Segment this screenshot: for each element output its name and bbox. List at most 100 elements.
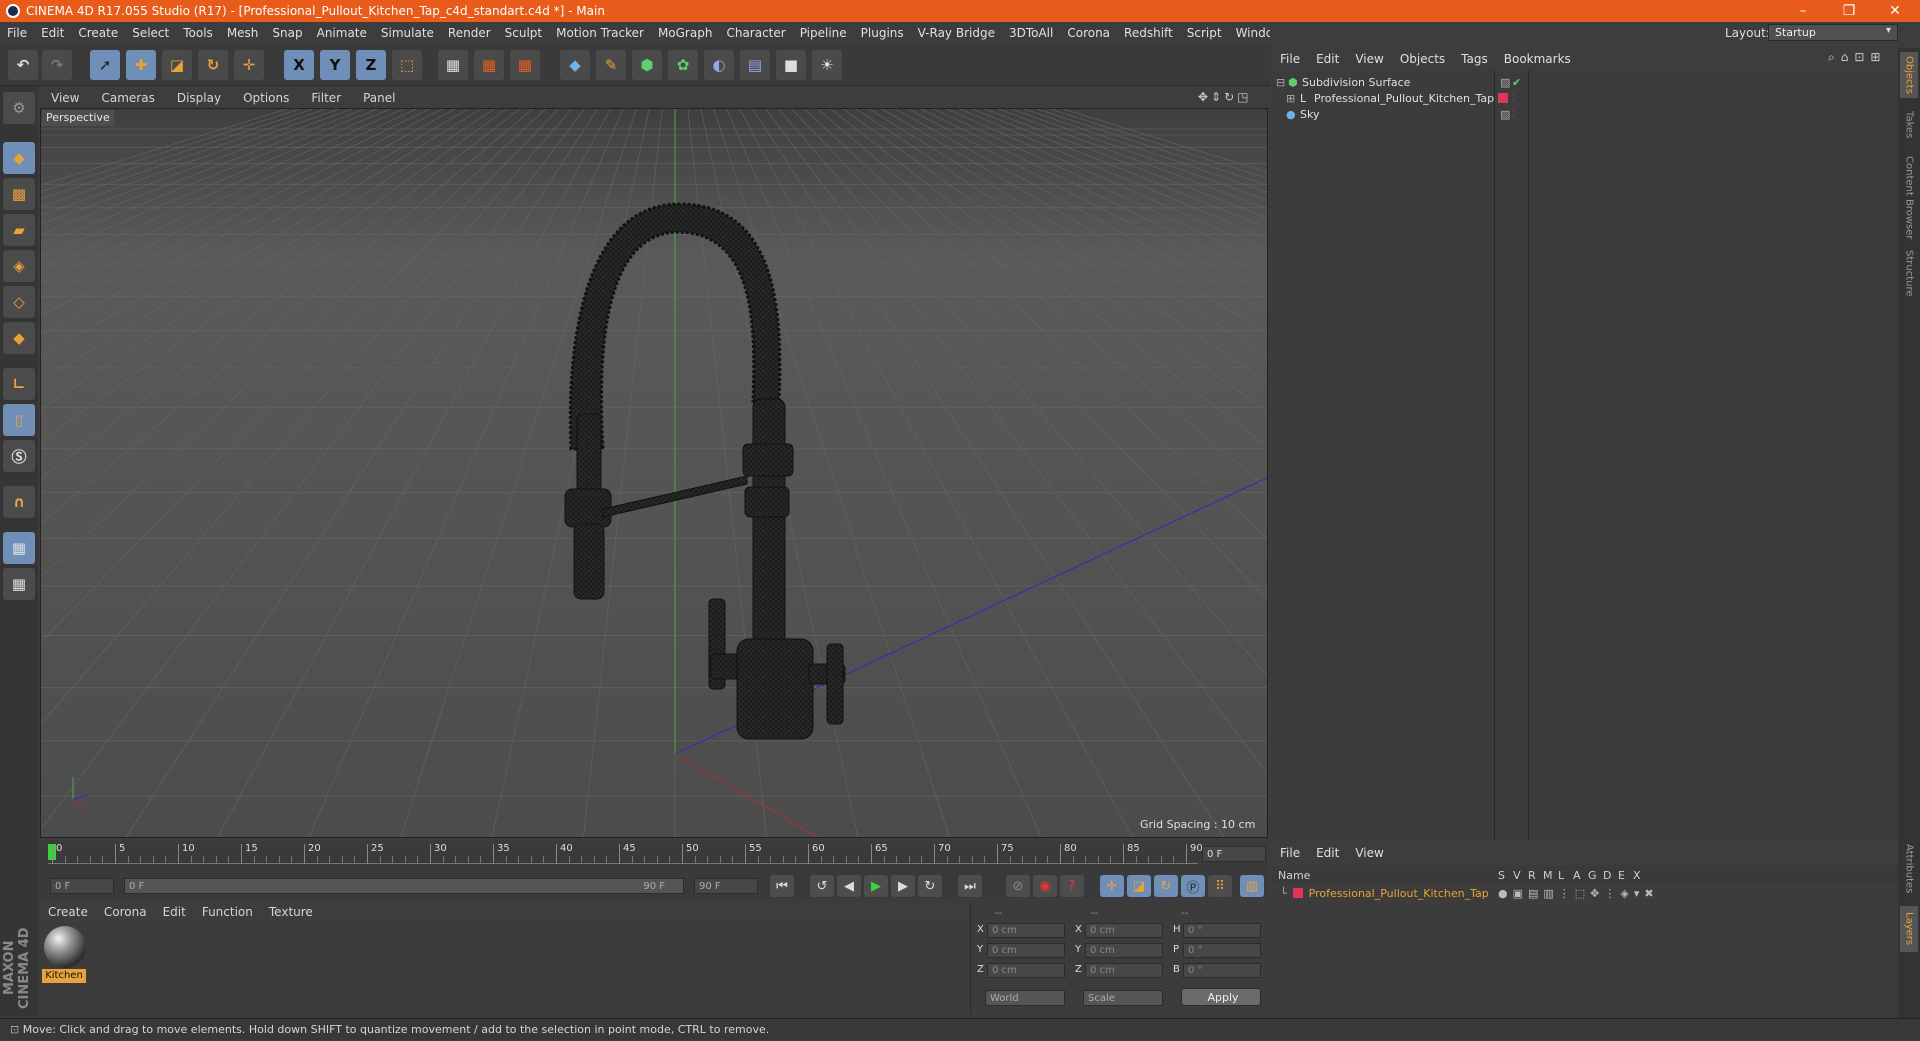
coordinate-mode-select[interactable]: World (985, 990, 1065, 1006)
object-menu-bookmarks[interactable]: Bookmarks (1496, 52, 1579, 66)
point-level-key-button[interactable]: ⠿ (1208, 875, 1232, 897)
close-button[interactable]: ✕ (1872, 0, 1918, 22)
menu-character[interactable]: Character (719, 26, 792, 40)
menu-tools[interactable]: Tools (176, 26, 220, 40)
material-menu-edit[interactable]: Edit (155, 905, 194, 919)
menu-select[interactable]: Select (125, 26, 176, 40)
parameter-key-button[interactable]: Ⓟ (1181, 875, 1205, 897)
floor-button[interactable]: ▤ (740, 50, 770, 80)
menu-animate[interactable]: Animate (310, 26, 374, 40)
object-menu-edit[interactable]: Edit (1308, 52, 1347, 66)
menu-mograph[interactable]: MoGraph (651, 26, 720, 40)
cloner-button[interactable]: ✿ (668, 50, 698, 80)
expand-icon[interactable]: ⊞ (1286, 92, 1300, 105)
play-button[interactable]: ▶ (864, 875, 888, 897)
menu-sculpt[interactable]: Sculpt (498, 26, 549, 40)
material-menu-create[interactable]: Create (40, 905, 96, 919)
layer-color-swatch[interactable] (1292, 888, 1303, 898)
perspective-viewport[interactable] (40, 108, 1268, 838)
side-tab-content-browser[interactable]: Content Browser (1900, 152, 1918, 244)
menu-mesh[interactable]: Mesh (220, 26, 266, 40)
menu-edit[interactable]: Edit (34, 26, 71, 40)
layer-column-g[interactable]: G (1588, 869, 1597, 882)
size-y-field[interactable]: 0 cm (1085, 943, 1163, 958)
z-axis-button[interactable]: Z (356, 50, 386, 80)
viewport-menu-display[interactable]: Display (166, 91, 232, 105)
polygons-mode-button[interactable]: ◆ (3, 322, 35, 354)
collapse-icon[interactable]: ⊟ (1276, 76, 1288, 89)
side-tab-structure[interactable]: Structure (1900, 250, 1918, 297)
rotation-h-field[interactable]: 0 ° (1183, 923, 1261, 938)
position-key-button[interactable]: ✛ (1100, 875, 1124, 897)
light-button[interactable]: ☀ (812, 50, 842, 80)
deformer-button[interactable]: ◐ (704, 50, 734, 80)
go-to-end-button[interactable]: ⏭ (958, 875, 982, 897)
viewport-menu-filter[interactable]: Filter (300, 91, 352, 105)
position-z-field[interactable]: 0 cm (987, 963, 1065, 978)
material-menu-corona[interactable]: Corona (96, 905, 155, 919)
timeline-layout-button[interactable]: ▥ (1240, 875, 1264, 897)
rotate-button[interactable]: ↻ (198, 50, 228, 80)
menu-file[interactable]: File (0, 26, 34, 40)
menu-create[interactable]: Create (71, 26, 125, 40)
menu-redshift[interactable]: Redshift (1117, 26, 1180, 40)
render-settings-button[interactable]: ▦ (510, 50, 540, 80)
layer-column-name[interactable]: Name (1278, 869, 1310, 882)
menu-plugins[interactable]: Plugins (854, 26, 911, 40)
next-frame-button[interactable]: ▶ (891, 875, 915, 897)
minimize-button[interactable]: – (1780, 0, 1826, 22)
layer-menu-file[interactable]: File (1272, 846, 1308, 860)
menu-script[interactable]: Script (1180, 26, 1229, 40)
size-mode-select[interactable]: Scale (1083, 990, 1163, 1006)
layer-menu-view[interactable]: View (1347, 846, 1391, 860)
layer-column-e[interactable]: E (1618, 869, 1625, 882)
end-frame-field[interactable]: 90 F (694, 878, 758, 894)
layer-column-r[interactable]: R (1528, 869, 1536, 882)
subdivision-surface-button[interactable]: ⬢ (632, 50, 662, 80)
material-preview-sphere[interactable] (44, 926, 86, 968)
menu-corona[interactable]: Corona (1060, 26, 1117, 40)
object-menu-file[interactable]: File (1272, 52, 1308, 66)
texture-mode-button[interactable]: ▩ (3, 178, 35, 210)
layer-flag-icons[interactable]: ●▣▤▥⋮⬚✥⋮◈▾✖ (1498, 887, 1659, 900)
position-y-field[interactable]: 0 cm (987, 943, 1065, 958)
edges-mode-button[interactable]: ◇ (3, 286, 35, 318)
render-view-button[interactable]: ▦ (438, 50, 468, 80)
axis-mode-button[interactable]: ∟ (3, 368, 35, 400)
layer-column-a[interactable]: A (1573, 869, 1581, 882)
scale-button[interactable]: ◪ (162, 50, 192, 80)
enabled-check-icon[interactable]: ✔ (1512, 76, 1521, 89)
next-key-button[interactable]: ↻ (918, 875, 942, 897)
viewport-menu-options[interactable]: Options (232, 91, 300, 105)
workplane-lock-button[interactable]: ▦ (3, 532, 35, 564)
menu-render[interactable]: Render (441, 26, 498, 40)
menu-pipeline[interactable]: Pipeline (793, 26, 854, 40)
size-x-field[interactable]: 0 cm (1085, 923, 1163, 938)
material-menu-function[interactable]: Function (194, 905, 261, 919)
side-tab-layers[interactable]: Layers (1900, 906, 1918, 952)
render-picture-viewer-button[interactable]: ▦ (474, 50, 504, 80)
live-selection-button[interactable]: ➚ (90, 50, 120, 80)
camera-button[interactable]: ■ (776, 50, 806, 80)
size-z-field[interactable]: 0 cm (1085, 963, 1163, 978)
rotation-p-field[interactable]: 0 ° (1183, 943, 1261, 958)
go-to-start-button[interactable]: ⏮ (770, 875, 794, 897)
viewport-menu-cameras[interactable]: Cameras (90, 91, 165, 105)
workplane-align-button[interactable]: ▦ (3, 568, 35, 600)
layer-row[interactable]: └ Professional_Pullout_Kitchen_Tap ●▣▤▥⋮… (1272, 884, 1898, 902)
viewport-nav-icons[interactable]: ✥⇕↻◳ (1198, 90, 1252, 104)
layer-column-m[interactable]: M (1543, 869, 1553, 882)
material-name-label[interactable]: Kitchen (42, 969, 86, 983)
previous-key-button[interactable]: ↺ (810, 875, 834, 897)
magnet-button[interactable]: ∩ (3, 486, 35, 518)
apply-button[interactable]: Apply (1181, 988, 1261, 1006)
current-frame-field[interactable]: 0 F (1202, 846, 1266, 862)
rotation-b-field[interactable]: 0 ° (1183, 963, 1261, 978)
viewport-menu-panel[interactable]: Panel (352, 91, 406, 105)
previous-frame-button[interactable]: ◀ (837, 875, 861, 897)
side-tab-attributes[interactable]: Attributes (1900, 844, 1918, 893)
visibility-icon[interactable]: ▨ (1500, 108, 1510, 121)
layer-menu-edit[interactable]: Edit (1308, 846, 1347, 860)
cube-button[interactable]: ◆ (560, 50, 590, 80)
snap-button[interactable]: Ⓢ (3, 440, 35, 472)
